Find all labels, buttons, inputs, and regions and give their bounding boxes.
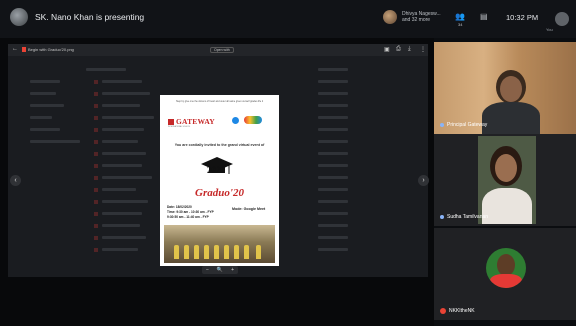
invitation-top-text: Step by give one the dozens of heart and… [175, 100, 264, 103]
participant-name: Principal Gateway [447, 122, 488, 128]
invitation-text: You are cordially invited to the grand v… [174, 143, 265, 147]
zoom-out-button[interactable]: − [206, 267, 209, 273]
participant-name: NKKItheNK [449, 308, 475, 314]
participants-summary[interactable]: Dhivya Nagesw... and 32 more [383, 10, 441, 24]
participant-tiles: Principal Gateway Sudha Tamilvanan NKKIt… [434, 38, 576, 326]
presenting-label: SK. Nano Khan is presenting [35, 12, 145, 22]
file-name: Begin with Graduo'20.png [28, 47, 74, 52]
chat-icon[interactable]: ▤ [480, 12, 488, 21]
event-name: Graduo'20 [195, 187, 244, 199]
participant-name: Sudha Tamilvanan [447, 214, 489, 220]
school-logo: GATEWAY INTERNATIONAL SCHOOL [168, 117, 215, 128]
self-avatar[interactable] [555, 12, 569, 26]
participant-avatar [486, 248, 526, 288]
participant-video [478, 136, 536, 224]
event-time-2: 9:30:50 am - 11:40 am - FYP [167, 215, 209, 219]
school-name: GATEWAY [176, 117, 215, 126]
event-time-1: Time: 9:30 am - 10:30 am - FYP [167, 210, 214, 214]
event-date: Date: 18/02/2020 [167, 205, 192, 209]
self-label: You [546, 27, 553, 32]
event-mode: Mode: Google Meet [232, 207, 266, 211]
more-options-icon[interactable]: ⋮ [420, 46, 426, 53]
school-crest-icon [168, 118, 174, 125]
graduation-year: 2020 [207, 165, 225, 175]
participant-tile[interactable]: Principal Gateway [434, 42, 576, 134]
zoom-controls: − 🔍 + [202, 266, 238, 274]
image-file-icon [22, 47, 26, 52]
speaking-indicator-icon [440, 123, 444, 127]
participant-name-tag: NKKItheNK [440, 308, 475, 314]
back-arrow-icon[interactable]: ← [12, 46, 18, 52]
microphone-off-icon [440, 308, 446, 314]
presenter-avatar [10, 8, 28, 26]
viewer-toolbar: ← Begin with Graduo'20.png Open with ▣ ⎙… [8, 44, 428, 56]
people-icon[interactable]: 👥 [455, 12, 465, 21]
participant-name-tag: Principal Gateway [440, 122, 487, 128]
accreditation-logo-icon [244, 116, 262, 124]
zoom-icon[interactable]: 🔍 [217, 267, 223, 273]
school-subtitle: INTERNATIONAL SCHOOL [168, 126, 191, 128]
participant-more: and 32 more [402, 17, 431, 23]
open-with-button[interactable]: Open with [210, 47, 234, 53]
presenter-indicator: SK. Nano Khan is presenting [10, 8, 144, 26]
participant-tile[interactable]: Sudha Tamilvanan [434, 134, 576, 226]
participant-avatar [383, 10, 397, 24]
partner-logo-icon [232, 117, 239, 124]
zoom-in-button[interactable]: + [231, 267, 234, 273]
clock: 10:32 PM [506, 13, 539, 22]
comment-icon[interactable]: ▣ [384, 46, 390, 53]
participant-tile[interactable]: NKKItheNK [434, 228, 576, 320]
participant-name-tag: Sudha Tamilvanan [440, 214, 488, 220]
speaking-indicator-icon [440, 215, 444, 219]
meeting-top-bar: SK. Nano Khan is presenting Dhivya Nages… [0, 0, 576, 38]
previous-file-button[interactable]: ‹ [10, 175, 21, 186]
next-file-button[interactable]: › [418, 175, 429, 186]
group-photo [164, 225, 275, 263]
download-icon[interactable]: ⤓ [408, 46, 411, 53]
participant-count: 34 [458, 22, 463, 27]
print-icon[interactable]: ⎙ [396, 46, 401, 53]
invitation-image: Step by give one the dozens of heart and… [160, 95, 279, 266]
